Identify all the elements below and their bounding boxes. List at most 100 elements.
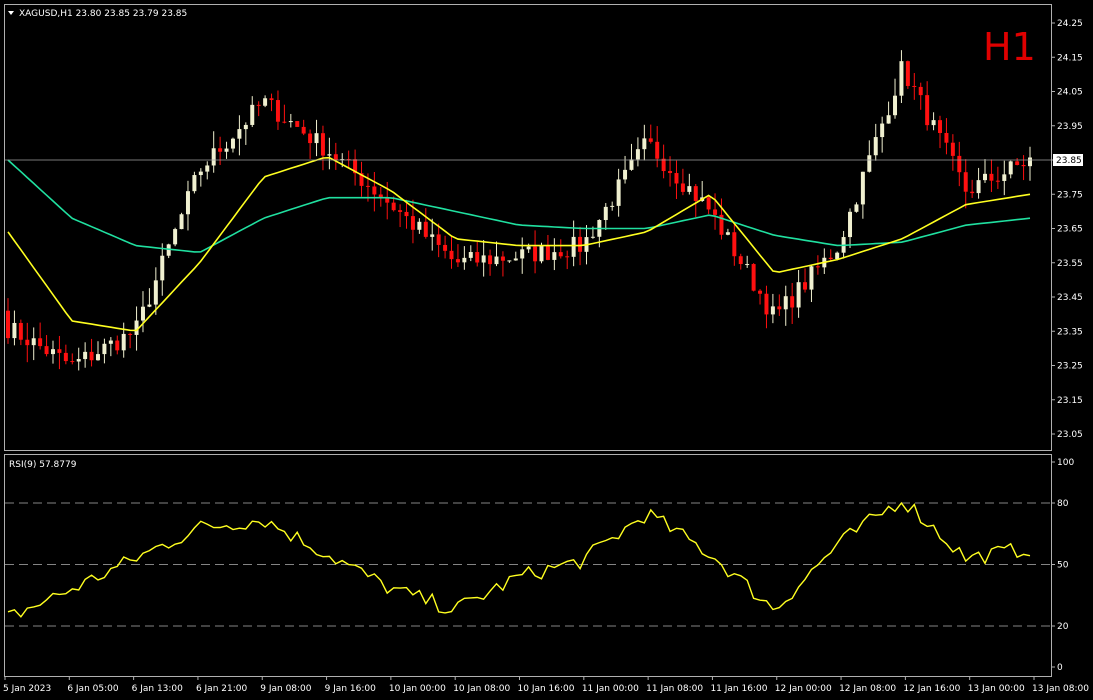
candle-body (507, 260, 512, 262)
rsi-tick-label: 20 (1057, 622, 1069, 632)
candle-body (6, 310, 10, 339)
candle-body (224, 148, 229, 152)
candle-body (976, 180, 981, 194)
time-tick-label: 11 Jan 00:00 (582, 684, 639, 694)
price-tick-label: 23.35 (1057, 327, 1083, 337)
candle-body (230, 138, 235, 149)
candle-body (63, 352, 68, 362)
candle-body (89, 351, 94, 361)
candle-body (539, 245, 544, 262)
candle-body (185, 191, 190, 215)
chart-canvas: 24.25 24.15 24.05 23.95 23.85 23.75 23.65 23.55… (0, 0, 1093, 700)
candle-body (327, 154, 332, 156)
candle-body (31, 338, 36, 346)
candle-body (938, 120, 943, 133)
candle-body (732, 232, 737, 257)
candle-body (282, 121, 287, 123)
price-tick-label: 24.15 (1057, 53, 1083, 63)
candle-body (481, 255, 486, 263)
candle-body (237, 129, 242, 139)
candle-body (590, 236, 595, 238)
candle-body (635, 149, 640, 160)
candle-body (275, 100, 280, 122)
candle-body (661, 158, 666, 172)
candle-body (828, 257, 833, 260)
candle-body (758, 290, 763, 294)
candle-body (738, 256, 743, 265)
candle-body (391, 202, 396, 211)
candle-body (610, 205, 615, 207)
candle-body (263, 98, 268, 106)
candle-body (713, 209, 718, 215)
candle-body (655, 141, 660, 159)
candle-body (462, 257, 467, 263)
candle-body (108, 340, 113, 344)
candle-body (83, 351, 88, 360)
candle-body (745, 264, 750, 266)
candle-body (115, 340, 120, 351)
candle-body (153, 280, 158, 305)
price-tick-label: 23.05 (1057, 430, 1083, 440)
candle-body (803, 282, 808, 290)
candle-body (725, 232, 730, 235)
candle-body (475, 252, 480, 263)
candle-body (931, 120, 936, 126)
candle-body (1021, 164, 1026, 167)
candle-body (198, 171, 203, 176)
candle-body (449, 250, 454, 260)
price-tick-label: 23.55 (1057, 259, 1083, 269)
candle-body (121, 333, 126, 351)
candle-body (815, 266, 820, 268)
candle-body (295, 121, 300, 127)
time-tick-label: 12 Jan 16:00 (903, 684, 960, 694)
candle-body (205, 165, 210, 172)
time-tick-label: 6 Jan 21:00 (196, 684, 248, 694)
candle-body (128, 333, 133, 335)
symbol-info-line: XAGUSD,H1 23.80 23.85 23.79 23.85 (19, 9, 187, 19)
candle-body (893, 95, 898, 116)
candle-body (192, 175, 197, 192)
timeframe-label: H1 (983, 25, 1036, 69)
price-tick-label: 23.25 (1057, 362, 1083, 372)
candle-body (848, 211, 853, 238)
candle-body (51, 349, 55, 355)
candle-body (873, 137, 878, 156)
time-tick-label: 10 Jan 08:00 (453, 684, 510, 694)
candle-body (18, 322, 23, 340)
candle-body (867, 155, 872, 172)
candle-body (12, 322, 17, 339)
candle-body (288, 121, 293, 123)
candle-body (545, 245, 550, 260)
candle-body (308, 133, 313, 144)
candle-body (443, 244, 448, 251)
candle-body (764, 293, 769, 315)
candle-body (134, 320, 139, 335)
candle-body (488, 255, 493, 265)
price-tick-label: 23.45 (1057, 293, 1083, 303)
candle-body (880, 123, 885, 138)
candle-body (912, 85, 917, 87)
candle-body (1015, 161, 1020, 165)
candle-body (751, 264, 756, 291)
candle-body (494, 256, 499, 265)
candle-body (173, 229, 178, 245)
candle-body (436, 234, 441, 245)
time-tick-label: 12 Jan 08:00 (839, 684, 896, 694)
candle-body (860, 171, 865, 205)
candle-body (269, 98, 274, 101)
candle-body (1028, 157, 1032, 167)
candle-body (372, 186, 377, 195)
time-tick-label: 9 Jan 16:00 (325, 684, 377, 694)
price-tick-label: 23.65 (1057, 225, 1083, 235)
candle-body (790, 296, 795, 308)
candle-body (301, 126, 306, 134)
rsi-indicator-label: RSI(9) 57.8779 (9, 460, 77, 470)
candle-body (668, 171, 673, 174)
time-tick-label: 5 Jan 2023 (3, 684, 51, 694)
rsi-tick-label: 0 (1057, 663, 1063, 673)
time-tick-label: 11 Jan 08:00 (646, 684, 703, 694)
candle-body (983, 173, 987, 181)
candle-body (500, 256, 505, 261)
candle-body (1008, 161, 1013, 175)
candle-body (995, 180, 1000, 182)
